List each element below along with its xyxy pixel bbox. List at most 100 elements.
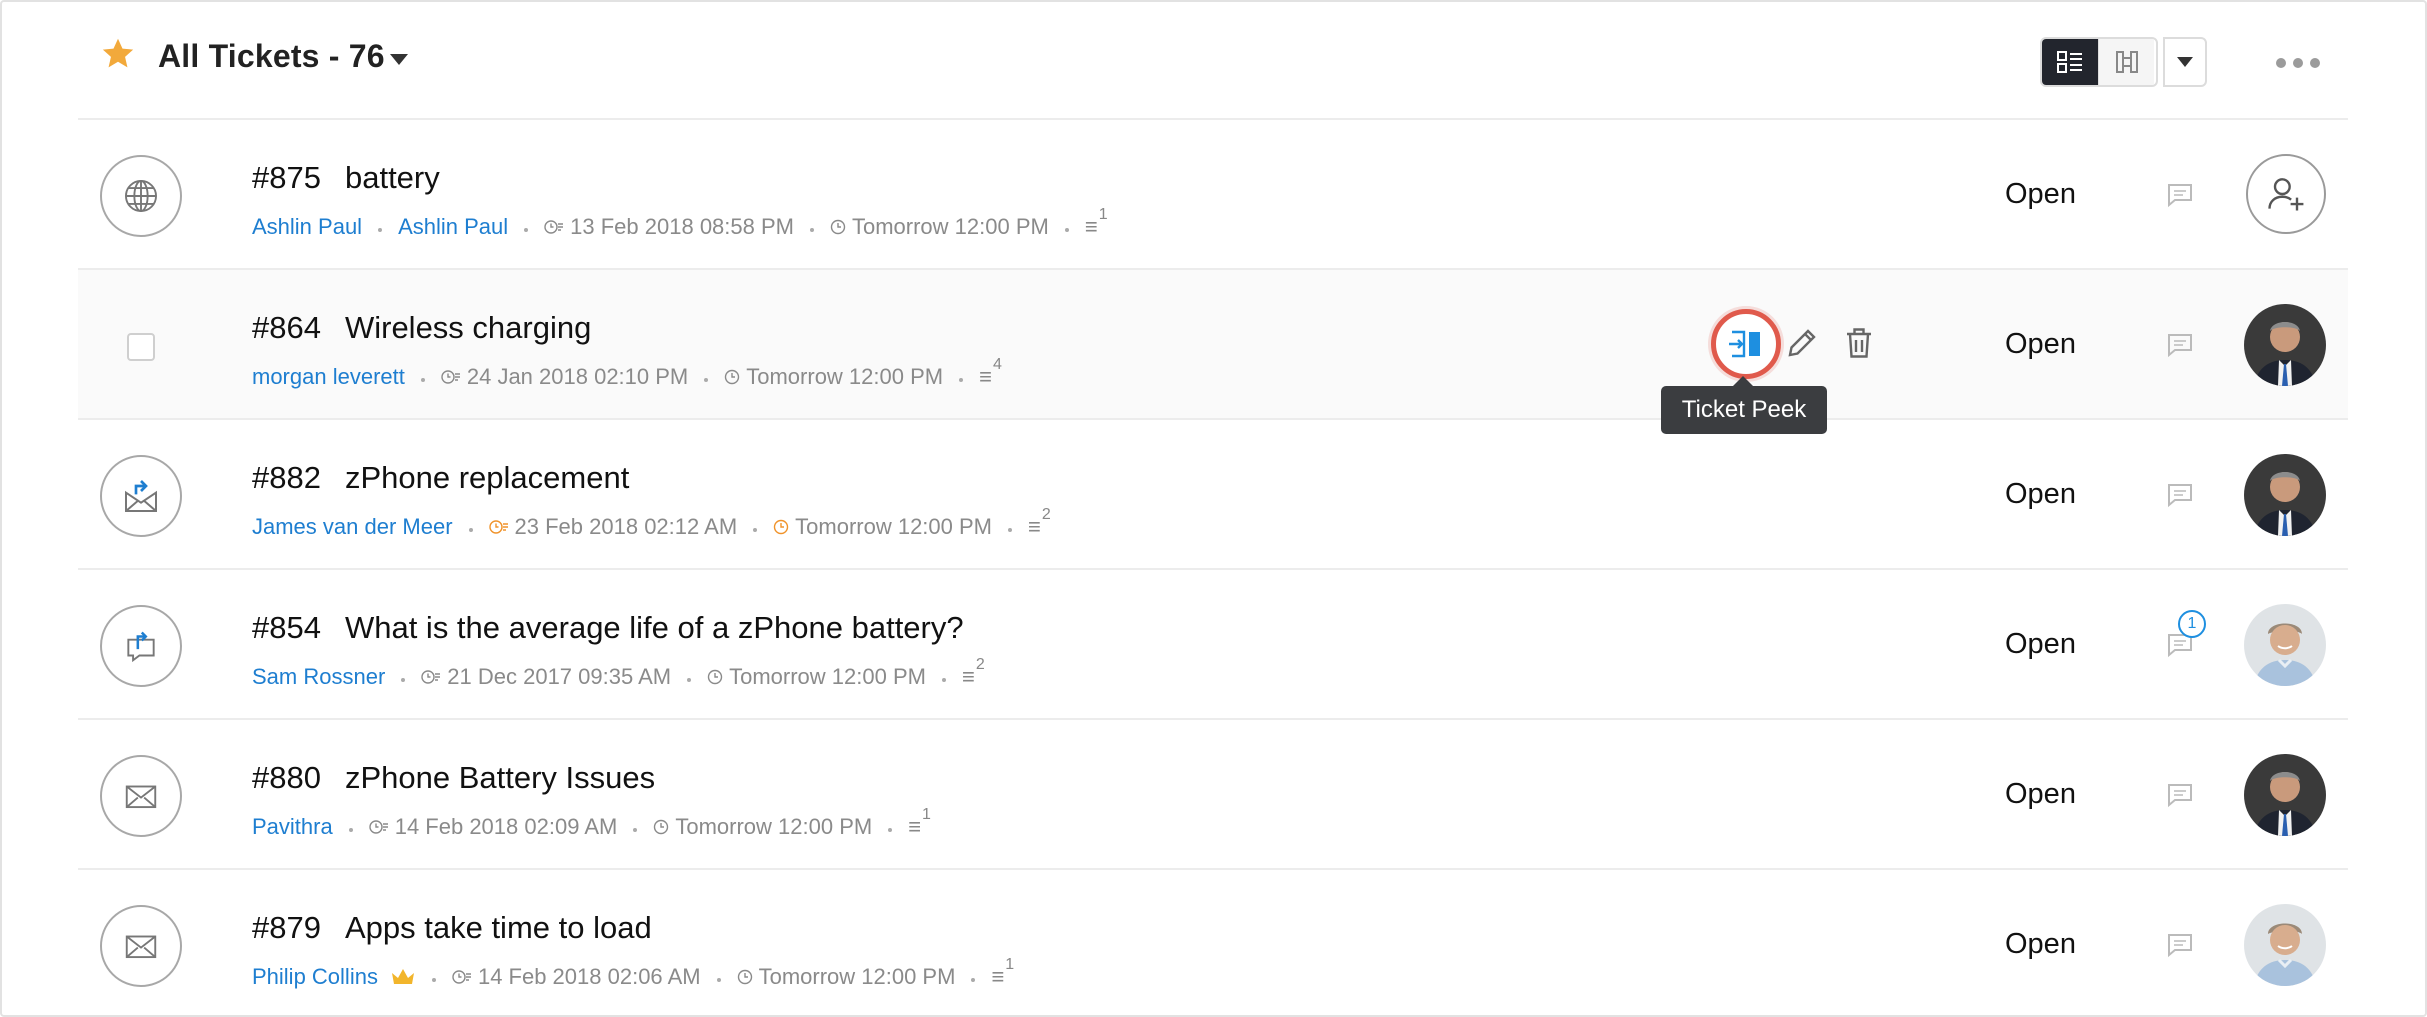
- status-label[interactable]: Open: [2005, 478, 2076, 511]
- email-icon: [100, 905, 182, 987]
- ticket-subject[interactable]: Wireless charging: [345, 310, 591, 345]
- ticket-id[interactable]: #864: [252, 310, 321, 345]
- ticket-id[interactable]: #880: [252, 760, 321, 795]
- ticket-meta: Ashlin Paul Ashlin Paul 13 Feb 2018 08:5…: [252, 206, 1108, 240]
- ticket-title[interactable]: #879 Apps take time to load: [252, 910, 652, 946]
- due-time: Tomorrow 12:00 PM: [729, 664, 926, 689]
- email-icon: [100, 755, 182, 837]
- ticket-subject[interactable]: zPhone replacement: [345, 460, 629, 495]
- ticket-id[interactable]: #875: [252, 160, 321, 195]
- more-icon[interactable]: [2276, 58, 2320, 68]
- status-label[interactable]: Open: [2005, 928, 2076, 961]
- comment-icon[interactable]: [2166, 782, 2194, 808]
- assign-agent-icon[interactable]: [2246, 154, 2326, 234]
- contact-name[interactable]: Sam Rossner: [252, 664, 385, 690]
- ticket-id[interactable]: #879: [252, 910, 321, 945]
- ticket-meta: morgan leverett 24 Jan 2018 02:10 PM Tom…: [252, 356, 1002, 390]
- thread-count: ≡ 2: [961, 656, 985, 689]
- caret-down-icon: [2177, 57, 2193, 67]
- select-checkbox[interactable]: [127, 333, 155, 361]
- contact-name[interactable]: Pavithra: [252, 814, 333, 840]
- ticket-subject[interactable]: zPhone Battery Issues: [345, 760, 655, 795]
- contact-name[interactable]: Ashlin Paul: [252, 214, 362, 240]
- due-time: Tomorrow 12:00 PM: [746, 364, 944, 389]
- created-time-icon: [488, 520, 508, 534]
- comment-icon[interactable]: [2166, 482, 2194, 508]
- contact-name[interactable]: morgan leverett: [252, 364, 405, 390]
- thread-count: ≡ 1: [991, 956, 1015, 989]
- ticket-row[interactable]: #880 zPhone Battery Issues Pavithra 14 Fe…: [78, 720, 2348, 870]
- due-clock-icon: [725, 369, 740, 385]
- due-clock-icon: [737, 969, 752, 985]
- ticket-subject[interactable]: Apps take time to load: [345, 910, 652, 945]
- agent-avatar[interactable]: [2244, 904, 2326, 986]
- agent-avatar[interactable]: [2244, 604, 2326, 686]
- due-clock-icon: [830, 219, 846, 235]
- comment-count-badge: 1: [2178, 610, 2206, 638]
- ticket-meta: Sam Rossner 21 Dec 2017 09:35 AM Tomorro…: [252, 656, 985, 690]
- comment-icon[interactable]: [2166, 332, 2194, 358]
- ticket-row[interactable]: #864 Wireless charging morgan leverett 24…: [78, 270, 2348, 434]
- ticket-id[interactable]: #882: [252, 460, 321, 495]
- ticket-subject[interactable]: What is the average life of a zPhone bat…: [345, 610, 964, 645]
- due-time: Tomorrow 12:00 PM: [851, 214, 1049, 239]
- ticket-title[interactable]: #854 What is the average life of a zPhone…: [252, 610, 964, 646]
- status-label[interactable]: Open: [2005, 328, 2076, 361]
- created-time-icon: [441, 370, 460, 384]
- contact-name[interactable]: Philip Collins: [252, 964, 378, 990]
- due-clock-icon: [707, 669, 723, 685]
- ticket-row[interactable]: #879 Apps take time to load Philip Collin…: [78, 870, 2348, 1017]
- caret-down-icon[interactable]: [390, 54, 408, 65]
- agent-avatar[interactable]: [2244, 754, 2326, 836]
- status-label[interactable]: Open: [2005, 178, 2076, 211]
- created-time-icon: [421, 670, 441, 684]
- created-time: 13 Feb 2018 08:58 PM: [570, 214, 794, 239]
- ticket-title[interactable]: #882 zPhone replacement: [252, 460, 629, 496]
- created-time: 24 Jan 2018 02:10 PM: [466, 364, 689, 389]
- due-clock-icon: [773, 519, 789, 535]
- ticket-title[interactable]: #864 Wireless charging: [252, 310, 591, 346]
- delete-icon[interactable]: [1841, 325, 1877, 361]
- thread-count: ≡ 1: [908, 806, 931, 839]
- vip-crown-icon: [391, 969, 414, 984]
- due-clock-icon: [654, 819, 669, 835]
- comment-icon[interactable]: [2166, 182, 2194, 208]
- ticket-meta: James van der Meer 23 Feb 2018 02:12 AM …: [252, 506, 1051, 540]
- view-switcher: [2040, 37, 2158, 87]
- contact-name[interactable]: James van der Meer: [252, 514, 453, 540]
- agent-avatar[interactable]: [2244, 304, 2326, 386]
- ticket-row[interactable]: #875 battery Ashlin Paul Ashlin Paul 13 F…: [78, 120, 2348, 270]
- ticket-peek-button[interactable]: [1711, 309, 1781, 379]
- created-time: 21 Dec 2017 09:35 AM: [447, 664, 672, 689]
- created-time-icon: [369, 820, 388, 834]
- web-icon: [100, 155, 182, 237]
- list-header: All Tickets - 76: [78, 0, 2348, 120]
- ticket-row[interactable]: #882 zPhone replacement James van der Mee…: [78, 420, 2348, 570]
- created-time: 14 Feb 2018 02:09 AM: [394, 814, 618, 839]
- view-title[interactable]: All Tickets - 76: [158, 38, 385, 75]
- ticket-id[interactable]: #854: [252, 610, 321, 645]
- due-time: Tomorrow 12:00 PM: [795, 514, 993, 539]
- ticket-subject[interactable]: battery: [345, 160, 440, 195]
- list-view-icon[interactable]: [2042, 39, 2098, 85]
- ticket-title[interactable]: #880 zPhone Battery Issues: [252, 760, 655, 796]
- ticket-row[interactable]: #854 What is the average life of a zPhone…: [78, 570, 2348, 720]
- view-dropdown-button[interactable]: [2163, 37, 2207, 87]
- thread-count: ≡ 2: [1028, 506, 1051, 539]
- ticket-peek-icon: [1729, 330, 1760, 358]
- email-reply-icon: [100, 455, 182, 537]
- thread-count: ≡ 1: [1084, 206, 1108, 239]
- account-name[interactable]: Ashlin Paul: [398, 214, 508, 240]
- edit-icon[interactable]: [1784, 325, 1820, 361]
- created-time: 14 Feb 2018 02:06 AM: [477, 964, 701, 989]
- status-label[interactable]: Open: [2005, 778, 2076, 811]
- kanban-view-icon[interactable]: [2098, 39, 2154, 85]
- ticket-title[interactable]: #875 battery: [252, 160, 440, 196]
- agent-avatar[interactable]: [2244, 454, 2326, 536]
- ticket-meta: Philip Collins 14 Feb 2018 02:06 AM Tomo…: [252, 956, 1015, 990]
- created-time-icon: [452, 970, 471, 984]
- status-label[interactable]: Open: [2005, 628, 2076, 661]
- comment-icon[interactable]: [2166, 932, 2194, 958]
- star-icon[interactable]: [100, 36, 136, 72]
- thread-count: ≡ 4: [979, 356, 1002, 389]
